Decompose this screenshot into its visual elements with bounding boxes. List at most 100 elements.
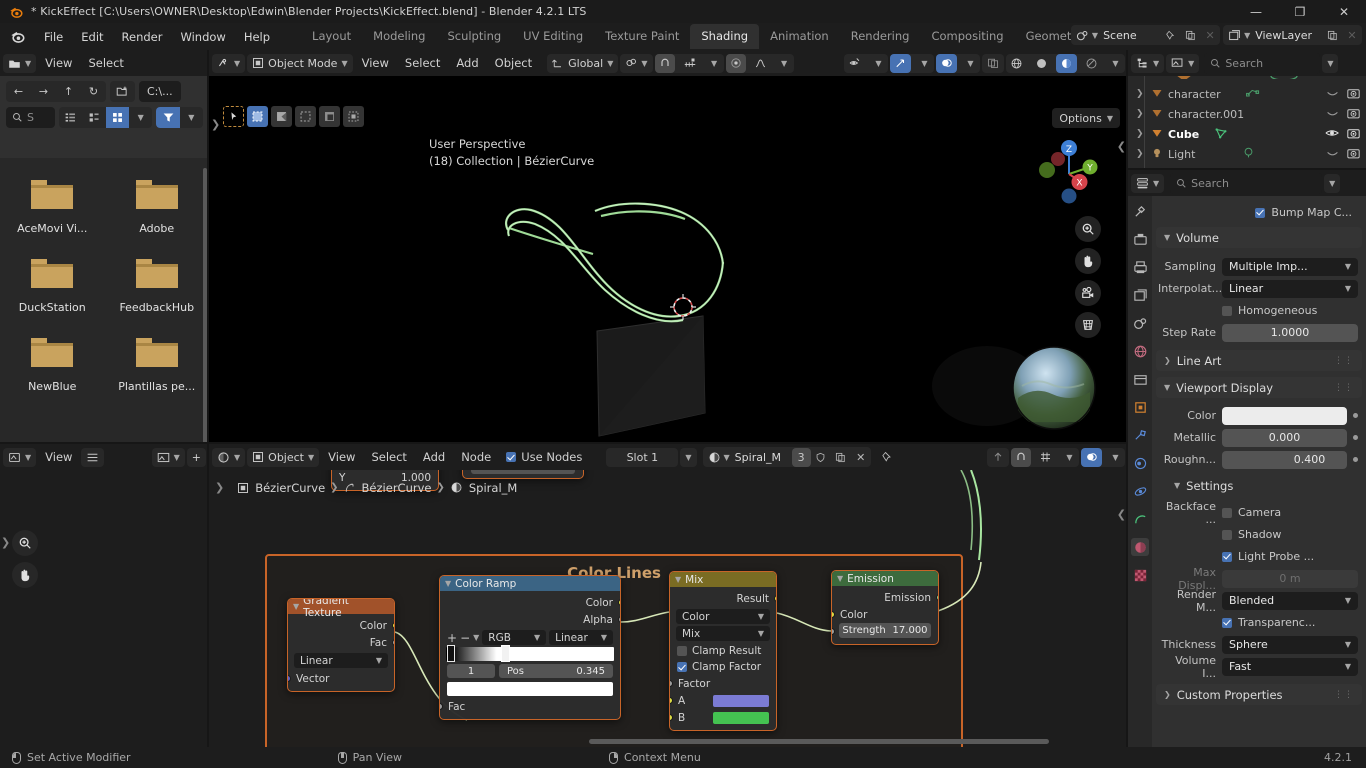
mix-a-socket[interactable]	[670, 697, 673, 704]
tab-output[interactable]	[1131, 258, 1149, 276]
transparency-checkbox[interactable]	[1222, 617, 1232, 628]
tab-object[interactable]	[1131, 398, 1149, 416]
homogeneous-row[interactable]: Homogeneous	[1152, 300, 1366, 321]
tab-texture-paint[interactable]: Texture Paint	[594, 24, 690, 49]
outliner-display-mode-button[interactable]: ▼	[1166, 53, 1200, 73]
pin-icon[interactable]	[1160, 25, 1180, 45]
mix-blendmode-select[interactable]: Mix ▼	[676, 626, 770, 641]
camera-toggle[interactable]: Camera	[1222, 506, 1281, 519]
new-scene-icon[interactable]	[1180, 25, 1200, 45]
colorramp-stop-white[interactable]	[501, 645, 510, 662]
colorramp-stop-index[interactable]: 1	[447, 664, 495, 678]
line-art-panel-header[interactable]: ❯ Line Art ⋮⋮	[1156, 350, 1362, 371]
detail-view-button[interactable]	[83, 107, 106, 128]
viewport-toolbar-arrow-icon[interactable]: ❯	[211, 118, 220, 131]
breadcrumb-data[interactable]: BézierCurve	[344, 481, 431, 495]
emission-collapse-chevron-icon[interactable]: ▼	[837, 574, 843, 583]
colorramp-add-stop-icon[interactable]: +	[447, 631, 457, 645]
select-lasso-button[interactable]	[295, 106, 316, 127]
colorramp-out-alpha-row[interactable]: Alpha	[440, 611, 620, 628]
viewport-display-panel-header[interactable]: ▼ Viewport Display ⋮⋮	[1156, 377, 1362, 398]
scene-selector[interactable]: ▼ Scene ✕	[1070, 25, 1221, 45]
display-metallic-animate-dot[interactable]	[1353, 435, 1358, 440]
path-field[interactable]: C:\...	[139, 81, 181, 102]
forward-button[interactable]: →	[31, 81, 56, 102]
emission-in-color-row[interactable]: Color	[832, 606, 938, 623]
mix-clamp-factor-checkbox[interactable]	[677, 662, 687, 672]
tab-compositing[interactable]: Compositing	[920, 24, 1014, 49]
file-item[interactable]: AceMovi Vi...	[0, 166, 105, 245]
shader-view-menu[interactable]: View	[321, 450, 362, 464]
snap-pivot-button[interactable]: ▼	[620, 53, 653, 73]
emission-out-socket[interactable]	[935, 594, 938, 601]
bump-map-checkbox[interactable]	[1255, 207, 1266, 218]
select-circle-button[interactable]	[271, 106, 292, 127]
mix-b-socket[interactable]	[670, 714, 673, 721]
falloff-chevron-icon[interactable]: ▼	[775, 54, 794, 73]
hide-in-viewport-icon[interactable]	[1326, 148, 1339, 161]
display-roughness-animate-dot[interactable]	[1353, 457, 1358, 462]
unlink-material-icon[interactable]: ✕	[851, 447, 871, 467]
outliner-item-cube[interactable]: ❯ Cube	[1128, 124, 1366, 144]
tab-rendering[interactable]: Rendering	[840, 24, 921, 49]
material-selector[interactable]: ▼ Spiral_M 3 ✕	[702, 447, 871, 467]
disable-in-render-icon[interactable]	[1347, 127, 1360, 142]
mix-factor-socket[interactable]	[670, 680, 673, 687]
node-parent-button[interactable]	[987, 447, 1009, 467]
custom-properties-panel-header[interactable]: ❯ Custom Properties ⋮⋮	[1156, 684, 1362, 705]
expand-chevron-icon[interactable]: ❯	[1136, 109, 1146, 119]
refresh-button[interactable]: ↻	[81, 81, 106, 102]
display-color-swatch[interactable]	[1222, 406, 1347, 425]
back-button[interactable]: ←	[6, 81, 31, 102]
disable-in-render-icon[interactable]	[1347, 87, 1360, 102]
interaction-mode-button[interactable]: Object Mode ▼	[247, 53, 353, 73]
outliner-item-character-001[interactable]: ❯ character.001	[1128, 104, 1366, 124]
snap-target-button[interactable]	[679, 54, 701, 73]
overlay-chevron-icon[interactable]: ▼	[961, 54, 980, 73]
new-folder-button[interactable]	[110, 81, 135, 102]
navigation-gizmo[interactable]: Z Y X	[1034, 136, 1104, 206]
solid-shading-button[interactable]	[1031, 54, 1052, 73]
file-item[interactable]: FeedbackHub	[105, 245, 210, 324]
line-art-expand-chevron-icon[interactable]: ❯	[1164, 356, 1171, 365]
material-slot-button[interactable]: Slot 1	[606, 447, 679, 467]
shader-select-menu[interactable]: Select	[364, 450, 413, 464]
secondary-zoom-icon[interactable]	[12, 530, 38, 556]
pan-hand-icon[interactable]	[1075, 248, 1101, 274]
separator-vertical-right[interactable]	[1126, 50, 1128, 747]
hide-in-viewport-icon[interactable]	[1326, 88, 1339, 101]
viewport-sidebar-arrow-icon[interactable]: ❮	[1117, 140, 1126, 153]
emission-out-row[interactable]: Emission	[832, 589, 938, 606]
colorramp-color-mode-select[interactable]: RGB ▼	[482, 630, 547, 645]
outliner-filter-chevron-icon[interactable]: ▼	[1322, 53, 1339, 73]
close-button[interactable]: ✕	[1322, 0, 1366, 23]
gradient-out-color-row[interactable]: Color	[288, 617, 394, 634]
viewlayer-selector[interactable]: ▼ ViewLayer ✕	[1223, 25, 1362, 45]
use-nodes-toggle[interactable]: Use Nodes	[500, 450, 588, 464]
settings-collapse-chevron-icon[interactable]: ▼	[1174, 481, 1180, 490]
tab-sculpting[interactable]: Sculpting	[436, 24, 512, 49]
file-item[interactable]: Plantillas pe...	[105, 324, 210, 403]
colorramp-collapse-chevron-icon[interactable]: ▼	[445, 579, 451, 588]
display-metallic-row[interactable]: Metallic 0.000	[1152, 427, 1366, 448]
tab-view-layer[interactable]	[1131, 286, 1149, 304]
node-color-ramp[interactable]: ▼ Color Ramp Color Alpha + − ▼ RGB ▼ Lin…	[439, 575, 621, 720]
new-viewlayer-icon[interactable]	[1322, 25, 1342, 45]
interpolation-row[interactable]: Interpolat... Linear ▼	[1152, 278, 1366, 299]
tab-layout[interactable]: Layout	[301, 24, 362, 49]
snap-magnet-button[interactable]	[654, 53, 675, 73]
camera-checkbox[interactable]	[1222, 507, 1232, 518]
outliner-tree[interactable]: ❯ character ❯ character.001 ❯ Cube ❯ Lig…	[1128, 76, 1366, 170]
colorramp-remove-stop-icon[interactable]: −	[460, 631, 470, 645]
expand-chevron-icon[interactable]: ❯	[1136, 89, 1146, 99]
node-canvas-scrollbar[interactable]	[589, 739, 1049, 744]
colorramp-out-color-row[interactable]: Color	[440, 594, 620, 611]
mix-datatype-select[interactable]: Color ▼	[676, 609, 770, 624]
expand-chevron-icon[interactable]: ❯	[1136, 129, 1146, 139]
properties-search-input[interactable]: Search	[1170, 172, 1323, 194]
gradient-collapse-chevron-icon[interactable]: ▼	[293, 602, 299, 611]
line-art-grip-icon[interactable]: ⋮⋮	[1334, 356, 1354, 366]
viewport-view-menu[interactable]: View	[355, 56, 396, 70]
tab-material[interactable]	[1131, 538, 1149, 556]
viewport-add-menu[interactable]: Add	[449, 56, 485, 70]
